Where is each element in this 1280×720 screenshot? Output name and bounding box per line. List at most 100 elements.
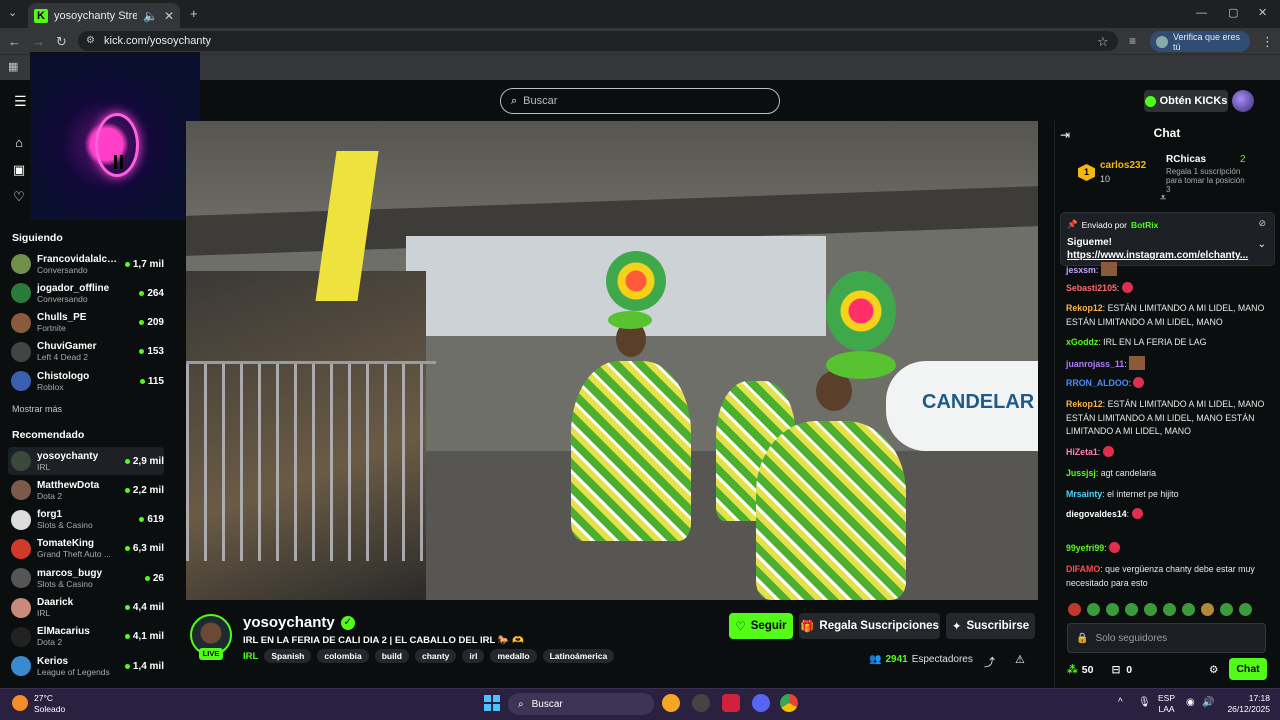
discord-app-icon[interactable] bbox=[752, 694, 770, 712]
reading-list-icon[interactable]: ≡ bbox=[1129, 34, 1136, 48]
chat-username[interactable]: Sebasti2105 bbox=[1066, 283, 1117, 293]
subscribe-button[interactable]: ✦ Suscribirse bbox=[946, 613, 1035, 639]
chat-username[interactable]: Rekop12 bbox=[1066, 399, 1103, 409]
sidebar-channel[interactable]: Francovidalalcal... Conversando 1,7 mil bbox=[8, 250, 164, 278]
share-icon[interactable]: ⤴ bbox=[984, 654, 995, 670]
following-heart-icon[interactable]: ♡ bbox=[12, 189, 26, 204]
browser-menu-icon[interactable]: ⋮ bbox=[1261, 34, 1274, 50]
volume-icon[interactable]: 🔊 bbox=[1202, 697, 1214, 708]
get-kicks-button[interactable]: Obtén KICKs bbox=[1144, 90, 1228, 112]
emote-icon[interactable] bbox=[1068, 603, 1081, 616]
emote-icon[interactable] bbox=[1220, 603, 1233, 616]
system-clock[interactable]: 17:18 26/12/2025 bbox=[1218, 693, 1270, 715]
emote-icon[interactable] bbox=[1087, 603, 1100, 616]
microphone-icon[interactable]: 🎙 bbox=[1138, 697, 1151, 708]
chat-username[interactable]: RRON_ALDOO bbox=[1066, 378, 1129, 388]
pinned-link[interactable]: https://www.instagram.com/elchanty... bbox=[1067, 250, 1248, 261]
stream-tag[interactable]: Latinoámerica bbox=[542, 649, 615, 663]
chat-input[interactable]: 🔒 Solo seguidores bbox=[1067, 623, 1266, 653]
tray-chevron-icon[interactable]: ^ bbox=[1118, 697, 1123, 708]
sidebar-channel[interactable]: Chulls_PE Fortnite 209 bbox=[8, 309, 164, 337]
chat-username[interactable]: jesxsm bbox=[1066, 265, 1096, 275]
forward-icon[interactable]: → bbox=[32, 34, 45, 49]
emote-icon[interactable] bbox=[1144, 603, 1157, 616]
browser-tab[interactable]: K yosoychanty Stream - Wat 🔈 ✕ bbox=[28, 3, 180, 28]
url-bar[interactable]: kick.com/yosoychanty bbox=[78, 31, 1118, 51]
gift-name[interactable]: RChicas bbox=[1166, 154, 1206, 165]
stream-tag[interactable]: Spanish bbox=[264, 649, 312, 663]
sidebar-channel[interactable]: ElMacarius Dota 2 4,1 mil bbox=[8, 623, 164, 651]
chat-username[interactable]: diegovaldes14 bbox=[1066, 509, 1127, 519]
video-player[interactable]: CANDELAR bbox=[186, 121, 1038, 600]
new-tab-icon[interactable]: + bbox=[190, 6, 198, 21]
sidebar-channel[interactable]: ChuviGamer Left 4 Dead 2 153 bbox=[8, 338, 164, 366]
chat-username[interactable]: HiZeta1 bbox=[1066, 447, 1098, 457]
send-chat-button[interactable]: Chat bbox=[1229, 658, 1267, 680]
chevron-down-icon[interactable]: ⌄ bbox=[1258, 239, 1266, 250]
sidebar-channel[interactable]: Chistologo Roblox 115 bbox=[8, 367, 164, 395]
sidebar-channel[interactable]: TomateKing Grand Theft Auto ... 6,3 mil bbox=[8, 535, 164, 563]
close-window-icon[interactable]: ✕ bbox=[1258, 6, 1267, 19]
unpin-icon[interactable]: ⊘ bbox=[1258, 218, 1266, 229]
chat-username[interactable]: DIFAMO bbox=[1066, 564, 1100, 574]
streamer-name[interactable]: yosoychanty bbox=[243, 614, 335, 631]
chat-username[interactable]: juanrojass_11 bbox=[1066, 359, 1124, 369]
drops-count[interactable]: 0 bbox=[1126, 664, 1132, 676]
sidebar-channel[interactable]: Daarick IRL 4,4 mil bbox=[8, 594, 164, 622]
chat-username[interactable]: 99yefri99 bbox=[1066, 543, 1104, 553]
follow-button[interactable]: ♡ Seguir bbox=[729, 613, 793, 639]
chat-settings-icon[interactable]: ⚙ bbox=[1209, 664, 1218, 676]
site-info-icon[interactable]: ⚙ bbox=[86, 35, 95, 46]
stream-tag[interactable]: build bbox=[374, 649, 409, 663]
sidebar-channel[interactable]: MatthewDota Dota 2 2,2 mil bbox=[8, 476, 164, 504]
chat-username[interactable]: Mrsainty bbox=[1066, 489, 1102, 499]
weather-widget[interactable]: 27°C Soleado bbox=[12, 693, 65, 715]
sidebar-channel[interactable]: yosoychanty IRL 2,9 mil bbox=[8, 447, 164, 475]
show-more-link[interactable]: Mostrar más bbox=[12, 404, 62, 414]
stream-tag[interactable]: colombia bbox=[317, 649, 369, 663]
chat-username[interactable]: Rekop12 bbox=[1066, 303, 1103, 313]
emote-icon[interactable] bbox=[1106, 603, 1119, 616]
app-icon[interactable] bbox=[722, 694, 740, 712]
gift-subs-button[interactable]: 🎁 Regala Suscripciones bbox=[799, 613, 940, 639]
bookmark-star-icon[interactable]: ☆ bbox=[1097, 34, 1109, 50]
minimize-icon[interactable]: — bbox=[1196, 7, 1207, 19]
home-icon[interactable]: ⌂ bbox=[12, 135, 26, 150]
emote-icon[interactable] bbox=[1239, 603, 1252, 616]
expand-leaderboard-icon[interactable]: ⩡ bbox=[1160, 192, 1166, 205]
mini-player-thumbnail[interactable] bbox=[30, 52, 200, 220]
chat-username[interactable]: xGoddz bbox=[1066, 337, 1098, 347]
emote-icon[interactable] bbox=[1163, 603, 1176, 616]
sidebar-channel[interactable]: Kerios League of Legends 1,4 mil bbox=[8, 652, 164, 680]
sidebar-channel[interactable]: marcos_bugy Slots & Casino 26 bbox=[8, 564, 164, 592]
network-icon[interactable]: ◉ bbox=[1186, 697, 1195, 708]
emote-icon[interactable] bbox=[1201, 603, 1214, 616]
taskbar-search[interactable]: ⌕ Buscar bbox=[508, 693, 654, 715]
stream-tag[interactable]: medallo bbox=[490, 649, 537, 663]
category-link[interactable]: IRL bbox=[243, 651, 258, 662]
maximize-icon[interactable]: ▢ bbox=[1228, 6, 1238, 19]
report-warning-icon[interactable]: ⚠ bbox=[1015, 653, 1025, 666]
tab-search-icon[interactable]: ⌄ bbox=[8, 6, 17, 19]
emote-icon[interactable] bbox=[1182, 603, 1195, 616]
language-indicator[interactable]: ESP LAA bbox=[1158, 693, 1175, 715]
app-icon[interactable] bbox=[692, 694, 710, 712]
windows-start-icon[interactable] bbox=[484, 695, 500, 711]
brave-app-icon[interactable] bbox=[662, 694, 680, 712]
apps-grid-icon[interactable]: ▦ bbox=[8, 60, 18, 73]
browse-icon[interactable]: ▣ bbox=[12, 162, 26, 177]
pinned-by-user[interactable]: BotRix bbox=[1131, 220, 1158, 230]
sidebar-channel[interactable]: forg1 Slots & Casino 619 bbox=[8, 506, 164, 534]
hamburger-menu-icon[interactable]: ☰ bbox=[14, 93, 27, 110]
search-input[interactable]: ⌕ Buscar bbox=[500, 88, 780, 114]
stream-tag[interactable]: chanty bbox=[415, 649, 457, 663]
close-tab-icon[interactable]: ✕ bbox=[164, 9, 174, 23]
back-icon[interactable]: ← bbox=[8, 34, 21, 49]
user-avatar[interactable] bbox=[1232, 90, 1254, 112]
reload-icon[interactable]: ↻ bbox=[56, 34, 67, 50]
sidebar-channel[interactable]: jogador_offline Conversando 264 bbox=[8, 279, 164, 307]
stream-tag[interactable]: irl bbox=[462, 649, 485, 663]
chat-username[interactable]: Jussjsj bbox=[1066, 468, 1096, 478]
leader-name[interactable]: carlos232 bbox=[1100, 160, 1146, 171]
verify-profile-button[interactable]: Verifica que eres tú bbox=[1150, 31, 1250, 52]
